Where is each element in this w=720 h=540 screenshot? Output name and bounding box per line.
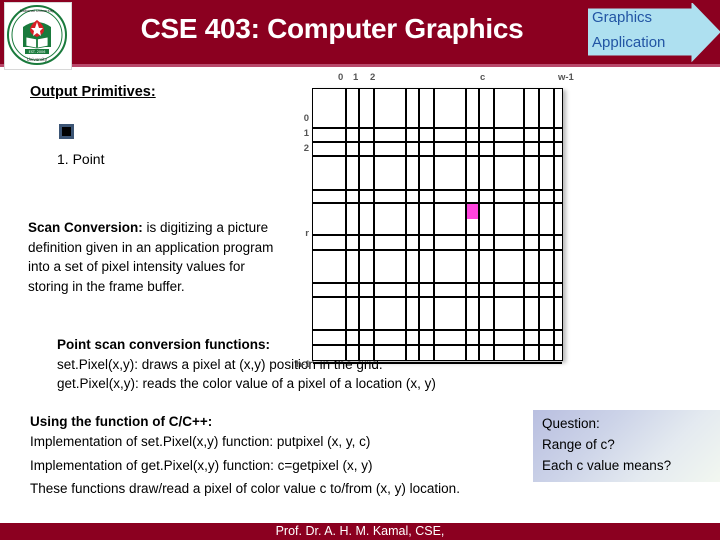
grid-canvas [312,88,563,364]
grid-horizontal-line-8 [313,296,562,298]
grid-column-label-0: 0 [338,72,344,83]
section-heading-output-primitives: Output Primitives: [30,84,156,100]
grid-horizontal-line-7 [313,282,562,284]
grid-row-label-3: r [305,228,309,239]
question-range-of-c: Range of c? [542,437,615,452]
svg-text:EST. 2006: EST. 2006 [29,50,46,54]
page-title: CSE 403: Computer Graphics [140,13,524,44]
implementation-getpixel: Implementation of get.Pixel(x,y) functio… [30,458,373,473]
grid-horizontal-line-10 [313,344,562,346]
using-functions-title: Using the function of C/C++: [30,414,213,429]
grid-horizontal-line-11 [313,362,562,364]
grid-row-label-2: 2 [303,143,309,154]
list-item-point: 1. Point [57,151,105,167]
grid-row-label-1: 1 [303,128,309,139]
grid-vertical-line-2 [373,89,375,360]
grid-column-label-1: 1 [353,72,359,83]
svg-text:University: University [27,57,48,62]
question-callout-box: Question: Range of c? Each c value means… [533,410,720,482]
functions-summary: These functions draw/read a pixel of col… [30,481,460,496]
grid-horizontal-line-9 [313,329,562,331]
implementation-setpixel: Implementation of set.Pixel(x,y) functio… [30,434,371,449]
highlighted-pixel-cell [465,202,478,219]
grid-vertical-line-1 [358,89,360,360]
grid-column-label-4: w-1 [558,72,574,83]
logo-seal-icon: EST. 2006 University National University [5,3,69,67]
function-getpixel-description: get.Pixel(x,y): reads the color value of… [57,376,436,391]
scan-conversion-paragraph: Scan Conversion: is digitizing a picture… [28,218,283,296]
grid-row-label-4: h-1 [296,359,311,370]
grid-vertical-line-3 [405,89,407,360]
grid-horizontal-line-3 [313,189,562,191]
grid-horizontal-line-6 [313,249,562,251]
arrow-banner-text: Graphics Application [592,5,698,55]
arrow-banner-line2: Application [592,34,666,51]
point-functions-title: Point scan conversion functions: [57,337,271,352]
svg-text:National University: National University [20,9,55,13]
university-seal-logo: EST. 2006 University National University [4,2,72,70]
question-title: Question: [542,416,600,431]
grid-vertical-line-6 [465,89,467,360]
pixel-grid-diagram: 0 1 2 c w-1 0 1 2 r h-1 [296,66,574,370]
grid-horizontal-line-5 [313,234,562,236]
grid-vertical-line-7 [478,89,480,360]
grid-row-label-0: 0 [303,113,309,124]
grid-horizontal-line-2 [313,155,562,157]
question-each-c-value: Each c value means? [542,458,672,473]
grid-vertical-line-8 [493,89,495,360]
grid-horizontal-line-1 [313,141,562,143]
grid-vertical-line-5 [433,89,435,360]
grid-vertical-line-0 [345,89,347,360]
grid-horizontal-line-0 [313,127,562,129]
grid-vertical-line-10 [538,89,540,360]
grid-column-label-2: 2 [370,72,376,83]
footer-author-text: Prof. Dr. A. H. M. Kamal, CSE, [275,524,445,538]
grid-vertical-line-11 [553,89,555,360]
grid-vertical-line-9 [523,89,525,360]
grid-column-label-3: c [480,72,486,83]
grid-horizontal-line-4 [313,202,562,204]
grid-vertical-line-4 [418,89,420,360]
filled-square-bullet-icon [59,124,74,139]
scan-conversion-term: Scan Conversion: [28,220,143,235]
arrow-banner-line1: Graphics [592,9,653,26]
